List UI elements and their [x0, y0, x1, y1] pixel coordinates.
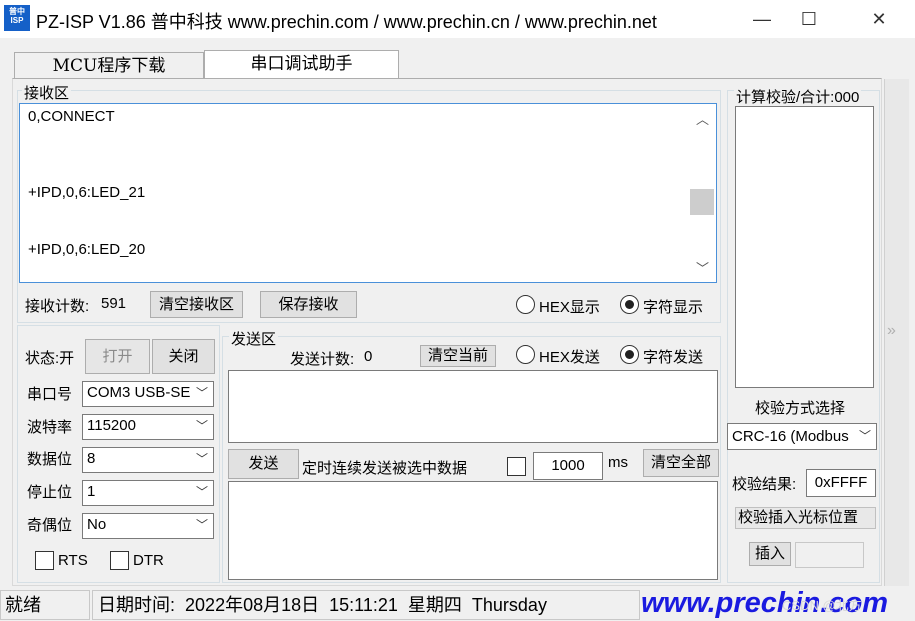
clear-receive-button[interactable]: 清空接收区 — [150, 291, 243, 318]
close-window-button[interactable]: ✕ — [856, 0, 902, 38]
watermark: CSDN @北方 — [782, 598, 862, 613]
checksum-method-select[interactable]: CRC-16 (Modbus ﹀ — [727, 423, 877, 450]
receive-textarea[interactable]: 0,CONNECT +IPD,0,6:LED_21 +IPD,0,6:LED_2… — [19, 103, 717, 283]
char-display-label: 字符显示 — [643, 299, 704, 316]
receive-scrollbar[interactable]: ︿ ﹀ — [690, 104, 716, 282]
weekday-value: 星期四 — [407, 595, 462, 615]
chevron-down-icon: ﹀ — [193, 382, 208, 404]
scroll-down-icon[interactable]: ﹀ — [696, 258, 709, 277]
databits-select[interactable]: 8 ﹀ — [82, 447, 214, 473]
title-bar: 普中ISP PZ-ISP V1.86 普中科技 www.prechin.com … — [0, 0, 915, 38]
ms-label: ms — [608, 454, 628, 471]
rts-checkbox[interactable] — [35, 551, 54, 570]
insert-button[interactable]: 插入 — [749, 542, 791, 566]
save-receive-button[interactable]: 保存接收 — [260, 291, 357, 318]
rts-label: RTS — [58, 552, 88, 569]
time-value: 15:11:21 — [329, 595, 398, 615]
receive-line: +IPD,0,6:LED_21 — [28, 184, 146, 201]
timed-send-checkbox[interactable] — [507, 457, 526, 476]
stopbits-label: 停止位 — [27, 484, 73, 501]
interval-input[interactable]: 1000 — [533, 452, 603, 480]
tab-serial-assistant[interactable]: 串口调试助手 — [204, 50, 399, 79]
dtr-label: DTR — [133, 552, 164, 569]
datetime-label: 日期时间: — [98, 595, 176, 615]
parity-label: 奇偶位 — [27, 517, 73, 534]
port-select[interactable]: COM3 USB-SE ﹀ — [82, 381, 214, 407]
char-send-label: 字符发送 — [643, 349, 704, 366]
send-group-label: 发送区 — [229, 328, 279, 349]
databits-label: 数据位 — [27, 451, 73, 468]
app-logo-icon: 普中ISP — [4, 5, 30, 31]
parity-value: No — [87, 516, 107, 533]
hex-send-label: HEX发送 — [539, 349, 600, 366]
receive-line: 0,CONNECT — [28, 108, 115, 125]
send-button[interactable]: 发送 — [228, 449, 299, 479]
receive-line: +IPD,0,6:LED_20 — [28, 241, 146, 258]
stopbits-select[interactable]: 1 ﹀ — [82, 480, 214, 506]
port-label: 串口号 — [27, 386, 73, 403]
app-window: 普中ISP PZ-ISP V1.86 普中科技 www.prechin.com … — [0, 0, 915, 621]
char-send-radio[interactable] — [620, 345, 639, 364]
minimize-button[interactable]: — — [739, 0, 785, 38]
insert-field[interactable] — [795, 542, 864, 568]
maximize-button[interactable]: ☐ — [786, 0, 832, 38]
chevron-down-icon: ﹀ — [195, 452, 208, 466]
chevron-down-icon: ﹀ — [195, 518, 208, 532]
scrollbar-thumb[interactable] — [690, 189, 714, 215]
receive-count-label: 接收计数: — [25, 298, 90, 315]
insert-at-cursor-checkbox[interactable]: 校验插入光标位置 — [735, 507, 876, 529]
tab-mcu-download[interactable]: MCU程序下载 — [14, 52, 204, 79]
double-chevron-right-icon[interactable]: » — [887, 322, 896, 340]
window-title: PZ-ISP V1.86 普中科技 www.prechin.com / www.… — [36, 12, 657, 32]
databits-value: 8 — [87, 450, 96, 467]
checksum-method-label: 校验方式选择 — [755, 400, 846, 417]
baud-label: 波特率 — [27, 419, 73, 436]
send-count-value: 0 — [364, 348, 373, 365]
status-ready: 就绪 — [0, 590, 90, 620]
checksum-method-value: CRC-16 (Modbus — [732, 428, 849, 445]
parity-select[interactable]: No ﹀ — [82, 513, 214, 539]
receive-count-value: 591 — [101, 295, 127, 312]
checksum-header: 计算校验/合计:000 — [734, 86, 862, 107]
side-panel-toggle[interactable]: » — [884, 79, 909, 586]
send-count-label: 发送计数: — [290, 351, 355, 368]
date-value: 2022年08月18日 — [185, 595, 320, 615]
close-port-button[interactable]: 关闭 — [152, 339, 215, 374]
brand-link[interactable]: www.prechin.com — [641, 587, 915, 621]
timed-send-label: 定时连续发送被选中数据 — [302, 460, 468, 477]
checksum-result-value: 0xFFFF — [806, 469, 876, 497]
clear-all-button[interactable]: 清空全部 — [643, 449, 719, 477]
open-port-button[interactable]: 打开 — [85, 339, 150, 374]
status-label: 状态:开 — [25, 350, 75, 367]
chevron-down-icon: ﹀ — [195, 485, 208, 499]
chevron-down-icon: ﹀ — [856, 424, 871, 449]
hex-display-radio[interactable] — [516, 295, 535, 314]
stopbits-value: 1 — [87, 483, 96, 500]
clear-current-button[interactable]: 清空当前 — [420, 345, 496, 367]
chevron-down-icon: ﹀ — [195, 419, 208, 433]
receive-group-label: 接收区 — [22, 82, 72, 103]
status-datetime: 日期时间: 2022年08月18日 15:11:21 星期四 Thursday — [92, 590, 640, 620]
hex-display-label: HEX显示 — [539, 299, 600, 316]
baud-value: 115200 — [87, 417, 136, 434]
weekday-en-value: Thursday — [471, 595, 547, 615]
hex-send-radio[interactable] — [516, 345, 535, 364]
dtr-checkbox[interactable] — [110, 551, 129, 570]
char-display-radio[interactable] — [620, 295, 639, 314]
checksum-result-label: 校验结果: — [732, 476, 797, 493]
send-history-textarea[interactable] — [228, 481, 718, 580]
scroll-up-icon[interactable]: ︿ — [696, 109, 709, 128]
send-textarea[interactable] — [228, 370, 718, 443]
port-value: COM3 USB-SE — [87, 384, 191, 401]
checksum-textarea[interactable] — [735, 106, 874, 388]
baud-select[interactable]: 115200 ﹀ — [82, 414, 214, 440]
